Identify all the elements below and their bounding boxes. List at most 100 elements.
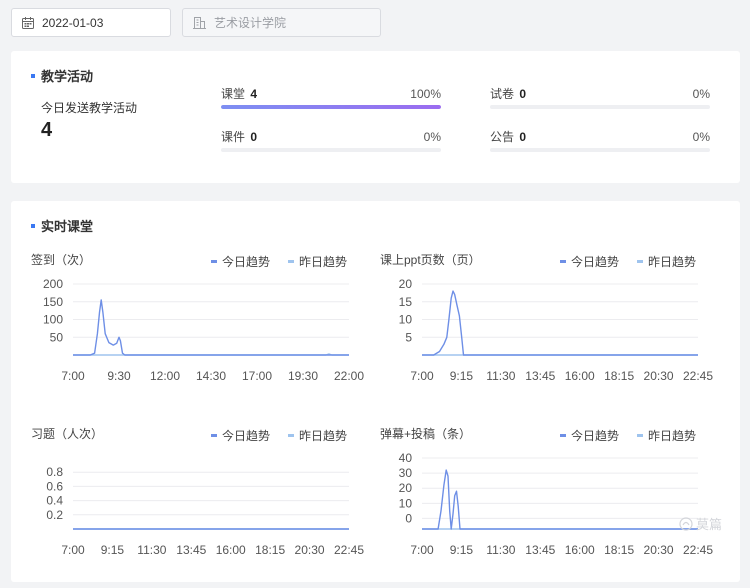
x-tick-label: 18:15 <box>604 369 634 383</box>
stat-courseware-count: 0 <box>250 130 258 144</box>
title-marker <box>31 73 35 78</box>
calendar-icon <box>22 16 34 29</box>
stat-notice-count: 0 <box>519 130 527 144</box>
live-classroom-card: 实时课堂 签到（次） 今日趋势 昨日趋势 50 100 150 200 7:00 9:30… <box>11 201 740 582</box>
exercise-chart: 习题（人次） 今日趋势 昨日趋势 0.2 0.4 0.6 0.8 7:00 9:15 11:… <box>31 425 364 565</box>
stat-notice: 公告 0 0% <box>490 130 710 152</box>
today-sent-count: 4 <box>41 119 53 141</box>
filter-bar: 2022-01-03 艺术设计学院 <box>11 8 381 37</box>
x-tick-label: 7:00 <box>61 369 85 383</box>
y-tick-label: 0.4 <box>46 494 63 508</box>
x-tick-label: 7:00 <box>61 543 85 557</box>
series-line-today <box>422 469 698 530</box>
watermark-logo-icon <box>679 516 693 531</box>
stat-notice-progress <box>490 148 710 152</box>
stat-classroom: 课堂 4 100% <box>221 87 441 109</box>
x-tick-label: 9:30 <box>107 369 131 383</box>
title-marker <box>31 223 35 228</box>
y-tick-label: 5 <box>405 330 412 344</box>
stat-classroom-count: 4 <box>250 87 258 101</box>
stat-exam-label: 试卷 <box>490 87 515 101</box>
stat-courseware: 课件 0 0% <box>221 130 441 152</box>
chart-plot: 010203040 7:00 9:15 11:30 13:45 16:00 18:15 20:… <box>399 451 714 557</box>
stat-classroom-percent: 100% <box>410 87 441 101</box>
x-tick-label: 9:15 <box>450 543 474 557</box>
stat-exam-count: 0 <box>519 87 527 101</box>
building-icon <box>193 17 206 29</box>
y-tick-label: 200 <box>43 277 63 291</box>
y-tick-label: 10 <box>399 313 413 327</box>
chart-plot: 50 100 150 200 7:00 9:30 12:00 14:30 17:00 19:30 2… <box>43 277 364 383</box>
stat-classroom-progress <box>221 105 441 109</box>
live-section-title: 实时课堂 <box>31 216 93 235</box>
x-tick-label: 22:00 <box>334 369 364 383</box>
stat-exam: 试卷 0 0% <box>490 87 710 109</box>
y-tick-label: 150 <box>43 295 63 309</box>
y-tick-label: 0.2 <box>46 508 63 522</box>
chart-plot: 5 10 15 20 7:00 9:15 11:30 13:45 16:00 18:15 20:30… <box>399 277 714 383</box>
y-tick-label: 10 <box>399 496 413 510</box>
series-line-today <box>422 290 698 356</box>
x-tick-label: 20:30 <box>295 543 325 557</box>
x-tick-label: 9:15 <box>450 369 474 383</box>
danmaku-submission-chart: 弹幕+投稿（条） 今日趋势 昨日趋势 0 10 20 30 40 7:00 9:15 11:3… <box>380 425 714 565</box>
x-tick-label: 20:30 <box>644 543 674 557</box>
x-tick-label: 11:30 <box>486 369 515 383</box>
stat-notice-label: 公告 <box>490 130 515 144</box>
stat-courseware-progress <box>221 148 441 152</box>
stat-exam-progress <box>490 105 710 109</box>
x-tick-label: 7:00 <box>410 543 434 557</box>
date-picker[interactable]: 2022-01-03 <box>11 8 171 37</box>
activity-section-title: 教学活动 <box>31 66 93 85</box>
x-tick-label: 16:00 <box>565 369 595 383</box>
y-tick-label: 20 <box>399 481 413 495</box>
y-tick-label: 30 <box>399 466 413 480</box>
x-tick-label: 13:45 <box>176 543 206 557</box>
stat-exam-percent: 0% <box>692 87 710 101</box>
y-tick-label: 0.8 <box>46 465 63 479</box>
watermark: 莫篇 <box>679 514 722 533</box>
x-tick-label: 22:45 <box>334 543 364 557</box>
teaching-activity-card: 教学活动 今日发送教学活动 4 课堂 4 100% 试卷 0 0% 课件 0 0… <box>11 51 740 183</box>
x-tick-label: 13:45 <box>525 543 555 557</box>
watermark-text: 莫篇 <box>696 517 723 532</box>
ppt-pages-chart: 课上ppt页数（页） 今日趋势 昨日趋势 5 10 15 20 7:00 9:15 11:3… <box>380 251 714 391</box>
x-tick-label: 9:15 <box>101 543 125 557</box>
x-tick-label: 22:45 <box>683 369 713 383</box>
y-tick-label: 100 <box>43 313 63 327</box>
stat-classroom-label: 课堂 <box>221 87 246 101</box>
y-tick-label: 0.6 <box>46 479 63 493</box>
checkin-chart: 签到（次） 今日趋势 昨日趋势 50 100 150 200 7:00 9:30 12:00… <box>31 251 364 391</box>
progress-fill <box>221 105 441 109</box>
x-tick-label: 18:15 <box>255 543 285 557</box>
activity-title-text: 教学活动 <box>41 69 94 84</box>
x-tick-label: 19:30 <box>288 369 318 383</box>
date-value: 2022-01-03 <box>42 15 104 30</box>
x-tick-label: 16:00 <box>565 543 595 557</box>
stat-courseware-label: 课件 <box>221 130 246 144</box>
x-tick-label: 7:00 <box>410 369 434 383</box>
y-tick-label: 50 <box>50 330 64 344</box>
y-tick-label: 20 <box>399 277 413 291</box>
x-tick-label: 14:30 <box>196 369 226 383</box>
chart-plot: 0.20.40.60.8 7:00 9:15 11:30 13:45 16:00 18:15… <box>46 465 364 557</box>
x-tick-label: 12:00 <box>150 369 180 383</box>
x-tick-label: 11:30 <box>137 543 166 557</box>
live-title-text: 实时课堂 <box>41 219 94 234</box>
department-select[interactable]: 艺术设计学院 <box>182 8 381 37</box>
y-tick-label: 15 <box>399 295 413 309</box>
x-tick-label: 11:30 <box>486 543 515 557</box>
stat-notice-percent: 0% <box>692 130 710 144</box>
stat-courseware-percent: 0% <box>423 130 441 144</box>
y-tick-label: 40 <box>399 451 413 465</box>
y-tick-label: 0 <box>405 511 412 525</box>
x-tick-label: 22:45 <box>683 543 713 557</box>
x-tick-label: 13:45 <box>525 369 555 383</box>
x-tick-label: 18:15 <box>604 543 634 557</box>
series-line-today <box>73 299 349 356</box>
today-sent-label: 今日发送教学活动 <box>41 101 138 115</box>
x-tick-label: 17:00 <box>242 369 272 383</box>
x-tick-label: 20:30 <box>644 369 674 383</box>
department-value: 艺术设计学院 <box>214 16 287 30</box>
x-tick-label: 16:00 <box>216 543 246 557</box>
